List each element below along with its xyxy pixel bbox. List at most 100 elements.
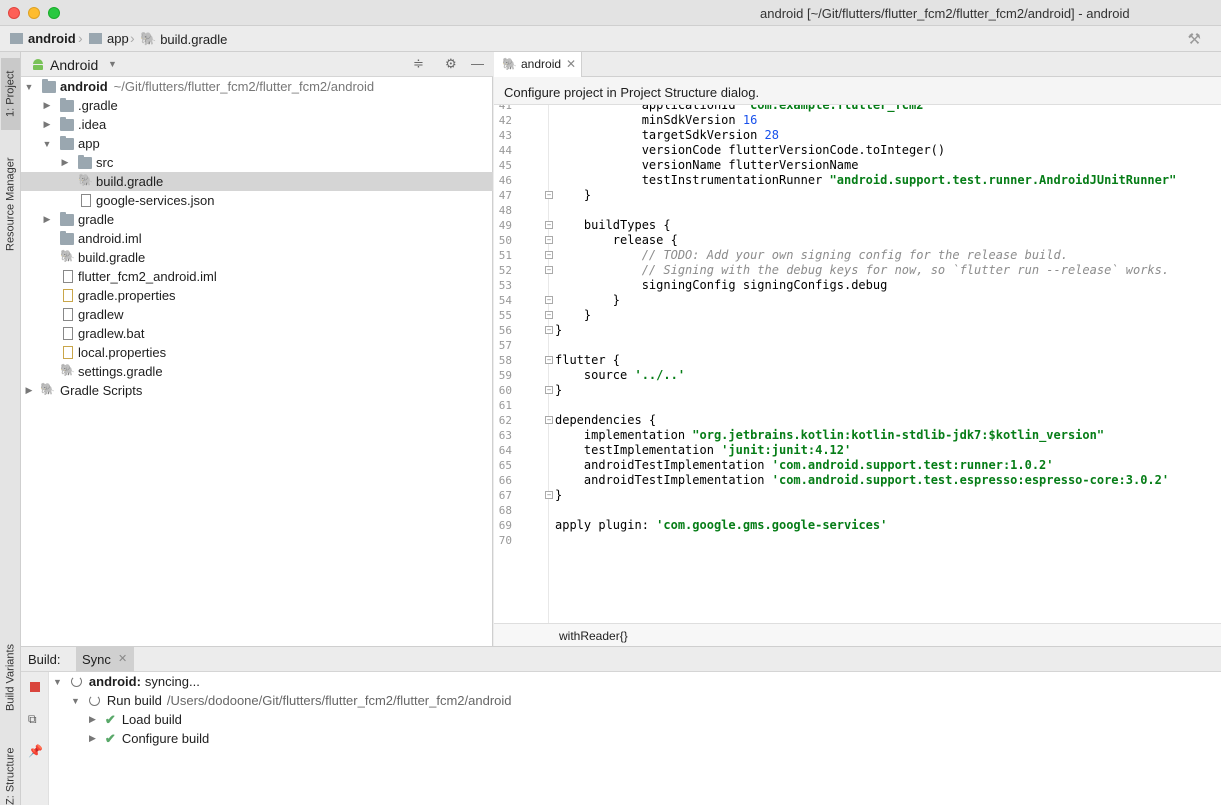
build-node-run[interactable]: ▼ Run build /Users/dodoone/Git/flutters/…: [71, 691, 512, 710]
gear-icon[interactable]: ⚙: [445, 56, 457, 72]
expand-arrow-icon[interactable]: ▶: [42, 100, 52, 111]
fold-marker-icon[interactable]: −: [545, 356, 553, 364]
code-line[interactable]: 69 apply plugin: 'com.google.gms.google-s…: [494, 518, 1221, 533]
code-line[interactable]: 60 −}: [494, 383, 1221, 398]
tab-structure[interactable]: Z: Structure: [1, 747, 20, 805]
expand-arrow-icon[interactable]: ▼: [24, 82, 34, 92]
editor-tab-android[interactable]: 🐘 android ✕: [494, 52, 582, 77]
code-line[interactable]: 53 signingConfig signingConfigs.debug: [494, 278, 1221, 293]
code-line[interactable]: 61: [494, 398, 1221, 413]
code-line[interactable]: 42 minSdkVersion 16: [494, 113, 1221, 128]
tree-item-android-iml[interactable]: android.iml: [21, 229, 493, 248]
expand-arrow-icon[interactable]: ▶: [42, 214, 52, 225]
code-line[interactable]: 55 − }: [494, 308, 1221, 323]
tree-item-idea[interactable]: ▶ .idea: [21, 115, 493, 134]
build-node-configure[interactable]: ▶ ✔ Configure build: [89, 729, 209, 748]
code-line[interactable]: 67 −}: [494, 488, 1221, 503]
code-line[interactable]: 68: [494, 503, 1221, 518]
fold-marker-icon[interactable]: −: [545, 326, 553, 334]
tree-item-flutter-iml[interactable]: flutter_fcm2_android.iml: [21, 267, 493, 286]
expand-arrow-icon[interactable]: ▶: [24, 385, 34, 396]
code-line[interactable]: 50 − release {: [494, 233, 1221, 248]
tree-item-gradle-properties[interactable]: gradle.properties: [21, 286, 493, 305]
code-line[interactable]: 59 source '../..': [494, 368, 1221, 383]
tab-sync[interactable]: Sync ✕: [76, 647, 134, 672]
tree-item-gradlew[interactable]: gradlew: [21, 305, 493, 324]
code-line[interactable]: 66 androidTestImplementation 'com.androi…: [494, 473, 1221, 488]
code-line[interactable]: 58 − flutter {: [494, 353, 1221, 368]
tree-item-src[interactable]: ▶ src: [21, 153, 493, 172]
code-line[interactable]: 62 − dependencies {: [494, 413, 1221, 428]
code-line[interactable]: 63 implementation "org.jetbrains.kotlin:…: [494, 428, 1221, 443]
code-line[interactable]: 54 − }: [494, 293, 1221, 308]
tree-item-settings-gradle[interactable]: 🐘 settings.gradle: [21, 362, 493, 381]
code-line[interactable]: 57: [494, 338, 1221, 353]
close-icon[interactable]: ✕: [566, 57, 576, 71]
hide-panel-icon[interactable]: —: [471, 56, 484, 71]
chevron-down-icon[interactable]: ▼: [108, 59, 117, 69]
fold-marker-icon[interactable]: −: [545, 221, 553, 229]
view-selector[interactable]: Android: [50, 57, 98, 73]
maximize-window-button[interactable]: [48, 7, 60, 19]
code-line[interactable]: 70: [494, 533, 1221, 548]
collapse-all-icon[interactable]: ≑: [413, 56, 424, 72]
notification-banner[interactable]: Configure project in Project Structure d…: [494, 77, 1221, 105]
close-icon[interactable]: ✕: [118, 652, 127, 665]
hammer-build-icon[interactable]: ⚒: [1188, 30, 1201, 48]
tree-item-app[interactable]: ▼ app: [21, 134, 493, 153]
fold-marker-icon[interactable]: −: [545, 491, 553, 499]
minimize-window-button[interactable]: [28, 7, 40, 19]
code-area[interactable]: 41 applicationId "com.example.flutter_fc…: [494, 105, 1221, 623]
tree-item-app-build-gradle[interactable]: 🐘 build.gradle: [21, 172, 493, 191]
code-line[interactable]: 49 − buildTypes {: [494, 218, 1221, 233]
breadcrumb-app[interactable]: app: [89, 31, 129, 46]
expand-arrow-icon[interactable]: ▶: [42, 119, 52, 130]
code-line[interactable]: 64 testImplementation 'junit:junit:4.12': [494, 443, 1221, 458]
code-line[interactable]: 43 targetSdkVersion 28: [494, 128, 1221, 143]
fold-marker-icon[interactable]: −: [545, 266, 553, 274]
code-line[interactable]: 47 − }: [494, 188, 1221, 203]
expand-arrow-icon[interactable]: ▼: [71, 696, 80, 706]
code-line[interactable]: 65 androidTestImplementation 'com.androi…: [494, 458, 1221, 473]
code-line[interactable]: 52 − // Signing with the debug keys for n…: [494, 263, 1221, 278]
fold-marker-icon[interactable]: −: [545, 191, 553, 199]
expand-arrow-icon[interactable]: ▶: [89, 733, 96, 744]
tree-item-google-services[interactable]: google-services.json: [21, 191, 493, 210]
expand-arrow-icon[interactable]: ▶: [60, 157, 70, 168]
build-node-root[interactable]: ▼ android: syncing...: [53, 672, 200, 691]
fold-marker-icon[interactable]: −: [545, 236, 553, 244]
tab-project[interactable]: 1: Project: [1, 58, 20, 130]
tree-item-gradle-scripts[interactable]: ▶ 🐘 Gradle Scripts: [21, 381, 493, 400]
tree-item-build-gradle[interactable]: 🐘 build.gradle: [21, 248, 493, 267]
editor-breadcrumb[interactable]: withReader{}: [494, 623, 1221, 646]
fold-marker-icon[interactable]: −: [545, 416, 553, 424]
code-line[interactable]: 46 testInstrumentationRunner "android.su…: [494, 173, 1221, 188]
tab-build-variants[interactable]: Build Variants: [1, 637, 20, 717]
code-line[interactable]: 45 versionName flutterVersionName: [494, 158, 1221, 173]
fold-marker-icon[interactable]: −: [545, 311, 553, 319]
stop-icon[interactable]: [30, 682, 40, 692]
tab-resource-manager[interactable]: Resource Manager: [1, 147, 20, 262]
expand-arrow-icon[interactable]: ▼: [42, 139, 52, 149]
code-line[interactable]: 56 −}: [494, 323, 1221, 338]
tree-item-gradlew-bat[interactable]: gradlew.bat: [21, 324, 493, 343]
fold-marker-icon[interactable]: −: [545, 386, 553, 394]
pin-icon[interactable]: 📌: [28, 744, 43, 758]
expand-arrow-icon[interactable]: ▶: [89, 714, 96, 725]
fold-marker-icon[interactable]: −: [545, 251, 553, 259]
expand-arrow-icon[interactable]: ▼: [53, 677, 62, 687]
code-line[interactable]: 41 applicationId "com.example.flutter_fc…: [494, 105, 1221, 113]
code-line[interactable]: 48: [494, 203, 1221, 218]
tree-item-local-properties[interactable]: local.properties: [21, 343, 493, 362]
code-line[interactable]: 51 − // TODO: Add your own signing config…: [494, 248, 1221, 263]
close-window-button[interactable]: [8, 7, 20, 19]
code-line[interactable]: 44 versionCode flutterVersionCode.toInte…: [494, 143, 1221, 158]
breadcrumb-android[interactable]: android: [10, 31, 76, 46]
toggle-view-icon[interactable]: ⧉: [28, 712, 37, 727]
fold-marker-icon[interactable]: −: [545, 296, 553, 304]
tree-item-gradle-dir[interactable]: ▶ .gradle: [21, 96, 493, 115]
breadcrumb-build-gradle[interactable]: 🐘 build.gradle: [140, 31, 227, 47]
tree-item-gradle-folder[interactable]: ▶ gradle: [21, 210, 493, 229]
build-node-load[interactable]: ▶ ✔ Load build: [89, 710, 182, 729]
tree-item-root[interactable]: ▼ android ~/Git/flutters/flutter_fcm2/flu…: [21, 77, 493, 96]
